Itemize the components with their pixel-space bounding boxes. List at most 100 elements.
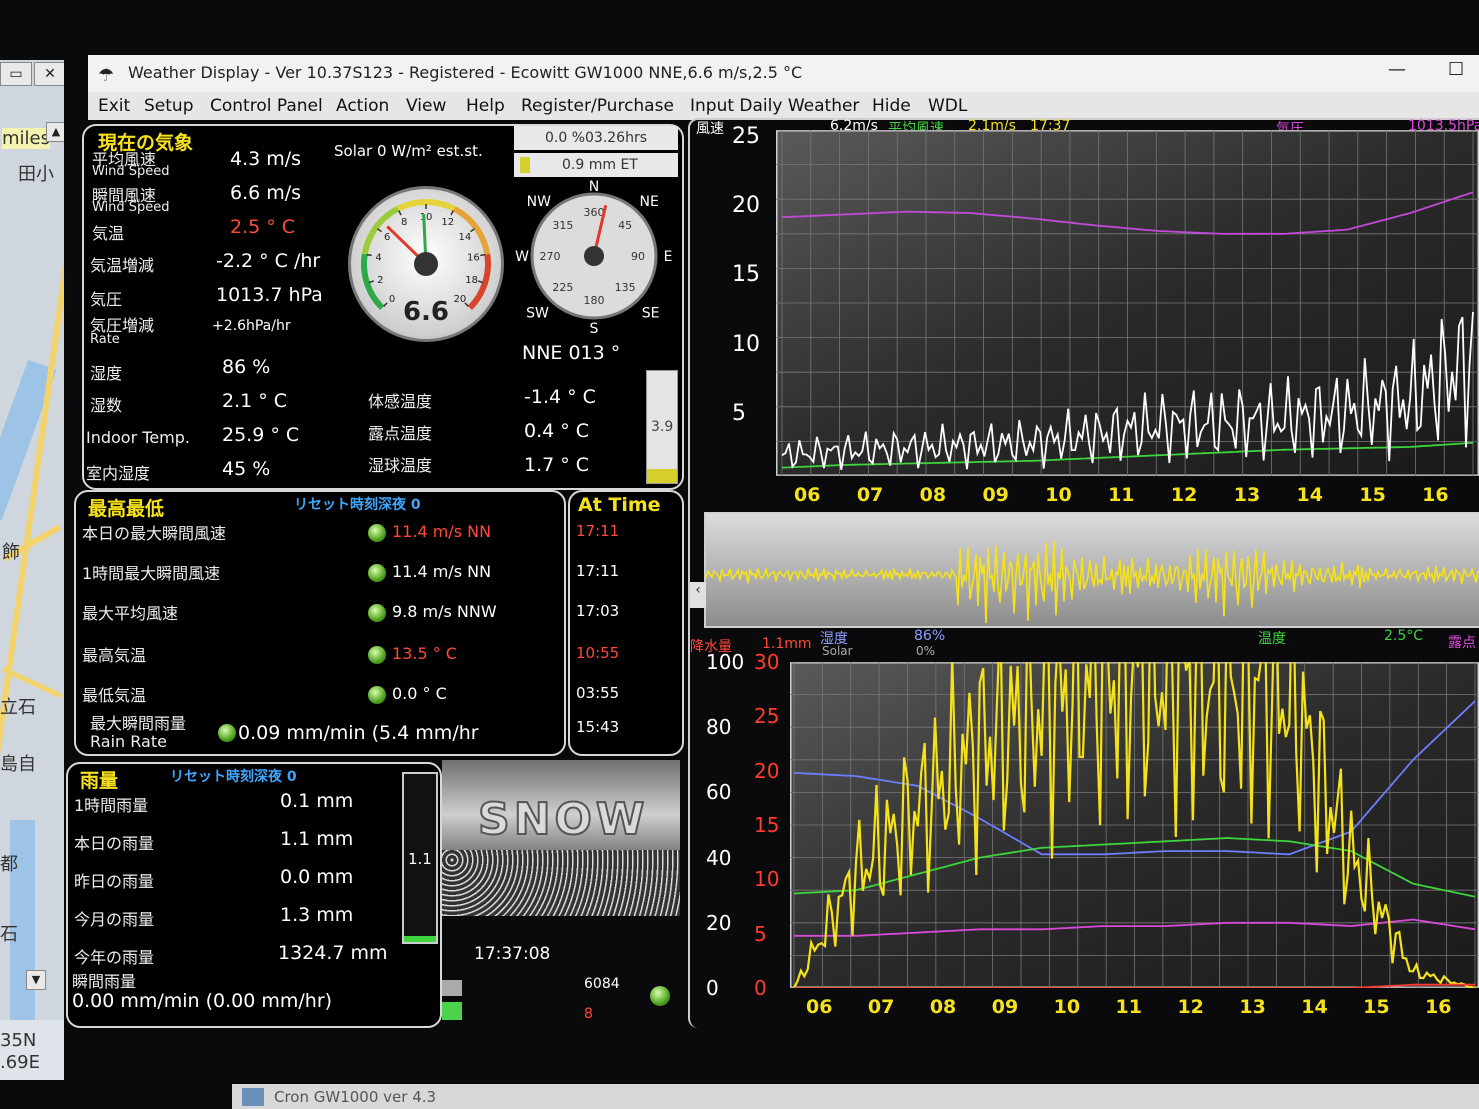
map-scroll-up-button[interactable]: ▲ bbox=[46, 122, 64, 142]
menu-hide[interactable]: Hide bbox=[872, 96, 911, 116]
high-low-led bbox=[368, 604, 386, 622]
y-tick-label: 10 bbox=[732, 331, 760, 357]
compass-cardinal-label: SW bbox=[526, 306, 549, 322]
strip-scroll-left-button[interactable]: ‹ bbox=[690, 582, 706, 608]
rain-row-value: 1.3 mm bbox=[280, 904, 354, 926]
pressure-label: 気圧 bbox=[90, 290, 123, 309]
rain-rate-time: 15:43 bbox=[576, 718, 620, 736]
temp-change-value: -2.2 ° C /hr bbox=[216, 250, 321, 272]
high-low-row-time: 17:11 bbox=[576, 562, 620, 580]
data-count: 6084 bbox=[584, 976, 620, 992]
dew-point-label: 露点温度 bbox=[368, 424, 433, 443]
pressure-change-value: +2.6hPa/hr bbox=[212, 318, 291, 334]
rain-rate-label-en: Rain Rate bbox=[90, 732, 167, 751]
compass-cardinal-label: E bbox=[664, 249, 673, 265]
y-tick-label: 25 bbox=[732, 124, 760, 149]
x-tick-label: 08 bbox=[919, 484, 947, 506]
high-low-row-time: 10:55 bbox=[576, 644, 620, 662]
compass-degree-label: 315 bbox=[552, 219, 573, 232]
map-scroll-down-button[interactable]: ▼ bbox=[26, 970, 46, 990]
menu-setup[interactable]: Setup bbox=[144, 96, 193, 116]
compass-degree-label: 135 bbox=[615, 281, 636, 294]
rain-rate-value: 0.09 mm/min (5.4 mm/hr bbox=[238, 722, 479, 744]
menu-input-daily[interactable]: Input Daily Weather bbox=[690, 96, 859, 116]
map-label: 田小 bbox=[18, 164, 54, 185]
gauge-tick bbox=[398, 210, 402, 216]
avg-wind-label-en: Wind Speed bbox=[92, 164, 170, 179]
uv-fill bbox=[647, 469, 677, 483]
map-panel[interactable]: ▭ ✕ miles ▲ 田小 飾 立石 島自 都 石 ▼ 35N .69E bbox=[0, 60, 64, 1080]
compass-degree-label: 360 bbox=[584, 206, 605, 219]
rain-bar-gauge: 1.1 bbox=[402, 772, 438, 944]
map-restore-button[interactable]: ▭ bbox=[0, 62, 32, 86]
compass-degree-label: 45 bbox=[618, 219, 632, 232]
wind-pressure-chart[interactable] bbox=[776, 130, 1479, 476]
gauge-tick bbox=[366, 253, 372, 257]
gauge-tick-label: 14 bbox=[458, 232, 471, 243]
high-low-row-time: 17:03 bbox=[576, 602, 620, 620]
gauge-tick bbox=[478, 280, 484, 284]
temp-change-label: 気温増減 bbox=[90, 256, 155, 275]
menu-register[interactable]: Register/Purchase bbox=[521, 96, 674, 116]
et-bar bbox=[520, 157, 530, 173]
minimize-button[interactable]: — bbox=[1388, 59, 1406, 80]
title-bar: ☂ Weather Display - Ver 10.37S123 - Regi… bbox=[88, 55, 1479, 95]
solar-header-label: Solar bbox=[822, 644, 853, 658]
heat-index-label: 湿数 bbox=[90, 396, 123, 415]
high-low-row-label: 1時間最大瞬間風速 bbox=[82, 564, 221, 583]
high-low-row-value: 11.4 m/s NN bbox=[392, 562, 492, 581]
compass-degree-label: 180 bbox=[584, 294, 605, 307]
gauge-tick-label: 12 bbox=[441, 217, 454, 228]
compass-hub bbox=[584, 246, 604, 266]
menu-view[interactable]: View bbox=[406, 96, 446, 116]
x-tick-label: 14 bbox=[1301, 996, 1328, 1018]
temp-humidity-chart[interactable] bbox=[790, 662, 1479, 988]
gauge-tick bbox=[480, 253, 486, 257]
uv-value: 3.9 bbox=[651, 419, 674, 435]
menu-control-panel[interactable]: Control Panel bbox=[210, 96, 323, 116]
humidity-label: 湿度 bbox=[90, 364, 123, 383]
pressure-rate-label: Rate bbox=[90, 332, 120, 347]
map-label: 島自 bbox=[0, 754, 36, 775]
gauge-tick-label: 4 bbox=[375, 252, 381, 263]
map-label: 石 bbox=[0, 924, 18, 945]
dew-point-value: 0.4 ° C bbox=[524, 420, 590, 442]
temp-value: 2.5 ° C bbox=[230, 216, 296, 238]
menu-exit[interactable]: Exit bbox=[98, 96, 130, 116]
high-low-panel: 最高最低 リセット時刻深夜 0 最大瞬間雨量 Rain Rate 0.09 mm… bbox=[74, 490, 566, 756]
y-right-tick-label: 15 bbox=[754, 813, 780, 837]
y-right-tick-label: 30 bbox=[754, 650, 780, 674]
high-low-row-label: 最低気温 bbox=[82, 686, 147, 705]
gust-label-en: Wind Speed bbox=[92, 200, 170, 215]
x-tick-label: 12 bbox=[1170, 484, 1198, 506]
x-tick-label: 12 bbox=[1177, 996, 1204, 1018]
menu-help[interactable]: Help bbox=[466, 96, 505, 116]
menu-wdl[interactable]: WDL bbox=[928, 96, 967, 116]
x-tick-label: 06 bbox=[806, 996, 833, 1018]
taskbar-item[interactable]: Cron GW1000 ver 4.3 bbox=[274, 1088, 436, 1106]
rain-bar-value: 1.1 bbox=[408, 850, 432, 868]
forecast-image: SNOW bbox=[442, 760, 680, 916]
x-tick-label: 10 bbox=[1053, 996, 1081, 1018]
rain-reset: リセット時刻深夜 0 bbox=[170, 769, 297, 785]
maximize-button[interactable]: ☐ bbox=[1448, 59, 1464, 80]
app-icon: ☂ bbox=[98, 65, 115, 86]
at-time-heading: At Time bbox=[578, 494, 661, 516]
compass-cardinal-label: N bbox=[589, 179, 599, 195]
status-led bbox=[650, 986, 670, 1006]
window-title: Weather Display - Ver 10.37S123 - Regist… bbox=[128, 63, 803, 82]
clock: 17:37:08 bbox=[474, 944, 551, 964]
x-tick-label: 16 bbox=[1425, 996, 1452, 1018]
gauge-tick-label: 8 bbox=[401, 217, 407, 228]
rain-rate-led bbox=[218, 724, 236, 742]
forecast-text: SNOW bbox=[477, 793, 649, 846]
gauge-tick-label: 18 bbox=[465, 275, 478, 286]
x-tick-label: 16 bbox=[1422, 484, 1449, 506]
y-tick-label: 15 bbox=[732, 262, 760, 288]
gauge-hub bbox=[414, 252, 438, 276]
high-low-row-time: 17:11 bbox=[576, 522, 620, 540]
feels-like-value: -1.4 ° C bbox=[524, 386, 596, 408]
high-low-led bbox=[368, 564, 386, 582]
map-close-button[interactable]: ✕ bbox=[34, 62, 64, 86]
menu-action[interactable]: Action bbox=[336, 96, 389, 116]
